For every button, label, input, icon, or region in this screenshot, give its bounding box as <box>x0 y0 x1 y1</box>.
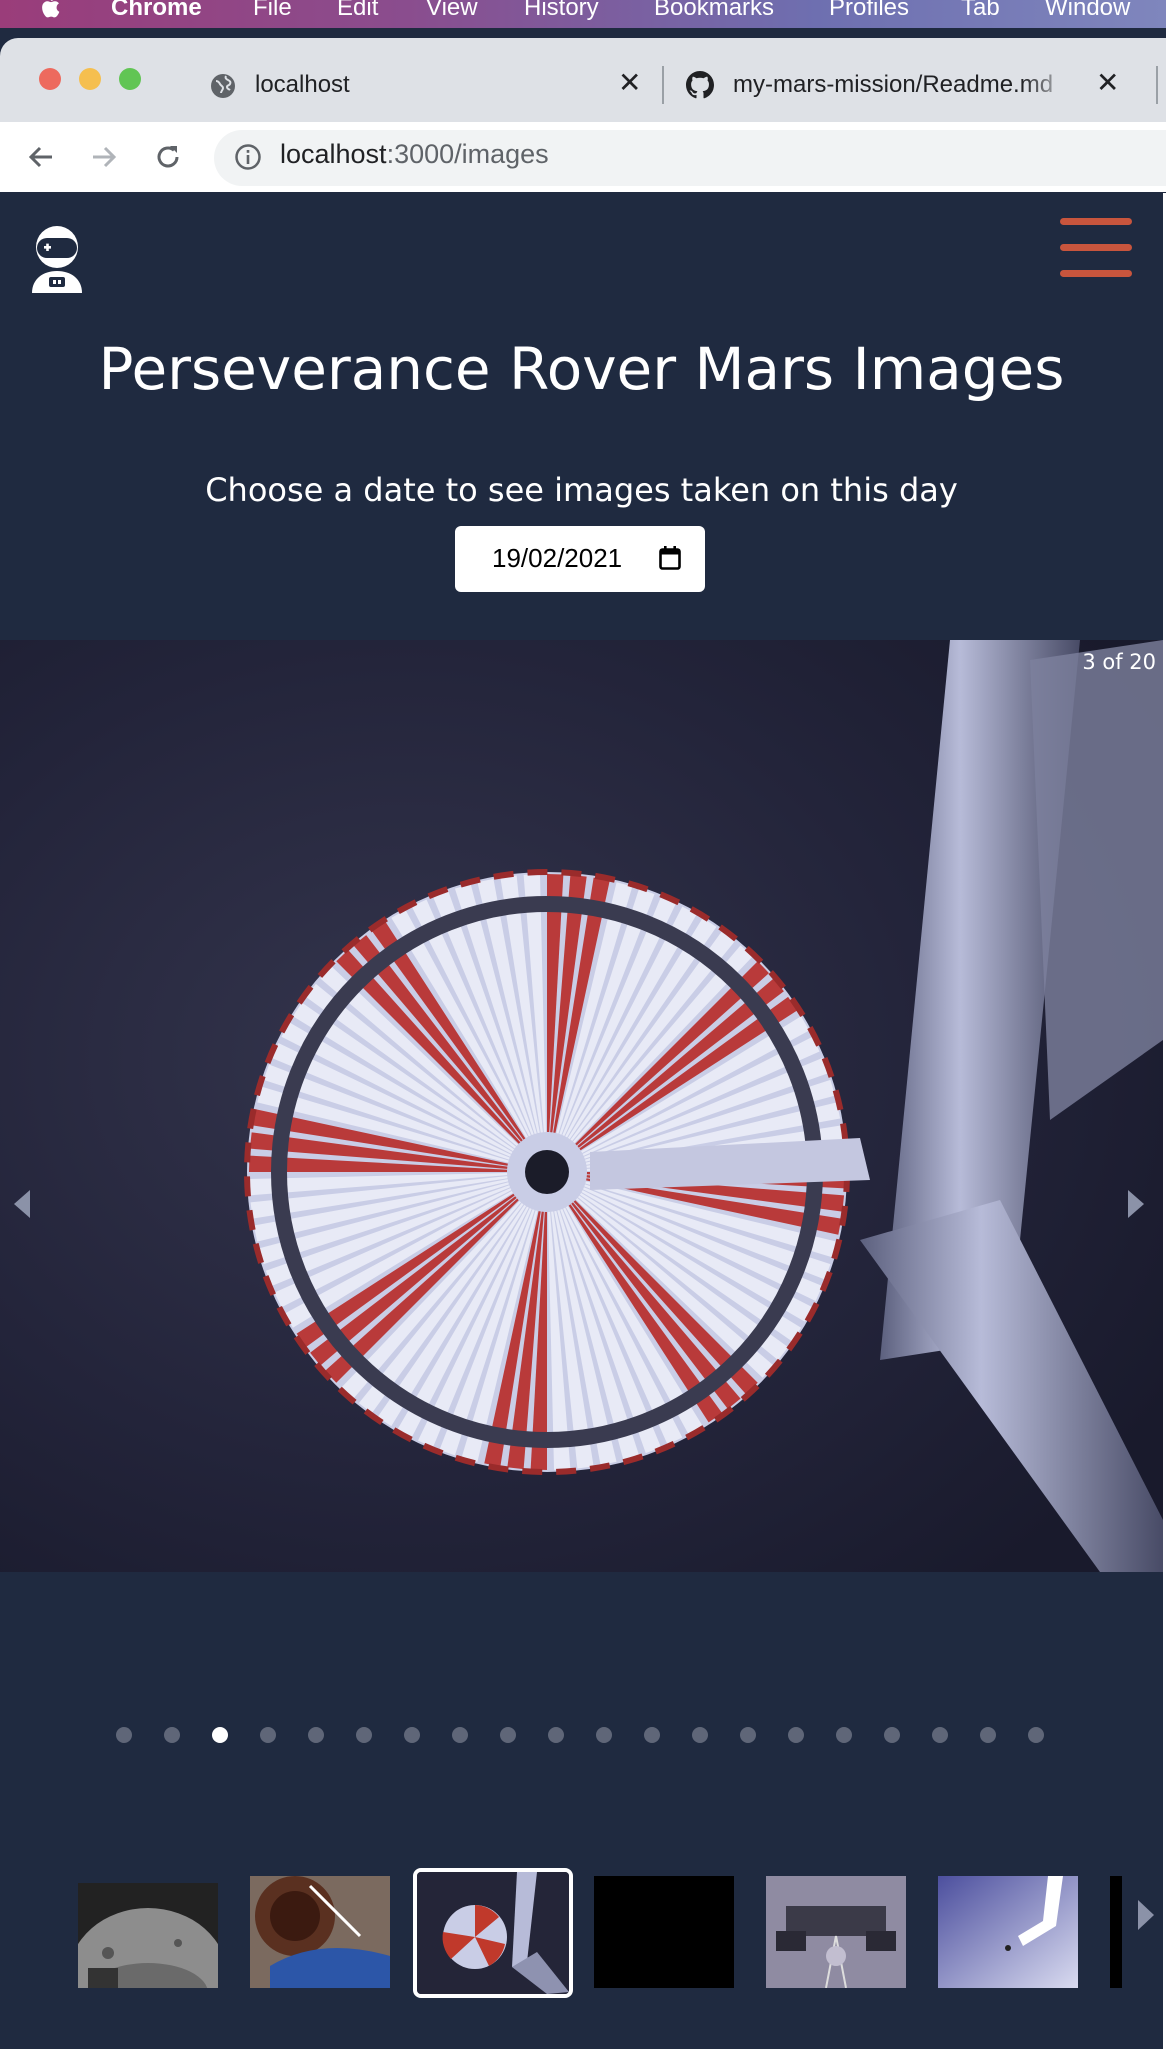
menu-bookmarks[interactable]: Bookmarks <box>654 0 774 22</box>
parachute-photo <box>0 640 1163 1572</box>
carousel-dot[interactable] <box>212 1727 228 1743</box>
carousel-dot[interactable] <box>788 1727 804 1743</box>
carousel-dot[interactable] <box>884 1727 900 1743</box>
menu-tab[interactable]: Tab <box>961 0 1000 22</box>
tab-close-icon[interactable]: ✕ <box>1096 66 1119 99</box>
carousel-dot[interactable] <box>452 1727 468 1743</box>
menu-hamburger-icon[interactable] <box>1060 218 1132 282</box>
carousel-dot[interactable] <box>116 1727 132 1743</box>
carousel-dot[interactable] <box>740 1727 756 1743</box>
url-host: localhost <box>280 139 387 169</box>
carousel-dot[interactable] <box>500 1727 516 1743</box>
tab-separator <box>1156 66 1158 104</box>
back-arrow-icon <box>28 146 52 168</box>
thumb-black[interactable] <box>594 1876 734 1988</box>
url-text: localhost:3000/images <box>280 139 549 170</box>
date-input[interactable]: 19/02/2021 <box>455 526 705 592</box>
carousel-dot[interactable] <box>596 1727 612 1743</box>
carousel-main-image <box>0 640 1163 1572</box>
carousel-next-arrow-icon[interactable] <box>1128 1190 1144 1218</box>
carousel-dot[interactable] <box>356 1727 372 1743</box>
carousel-dot[interactable] <box>836 1727 852 1743</box>
thumb-mars-ground[interactable] <box>78 1883 218 1988</box>
astronaut-logo-icon[interactable] <box>26 225 88 293</box>
reload-button[interactable] <box>146 135 190 179</box>
thumbnails-next-arrow-icon[interactable] <box>1138 1900 1154 1930</box>
back-button[interactable] <box>19 135 63 179</box>
github-icon <box>686 71 714 99</box>
carousel-dot[interactable] <box>548 1727 564 1743</box>
thumb-descent-stage[interactable] <box>766 1876 906 1988</box>
tab-title-localhost: localhost <box>255 71 350 98</box>
menu-chrome[interactable]: Chrome <box>111 0 202 22</box>
menu-window[interactable]: Window <box>1045 0 1130 22</box>
forward-button[interactable] <box>82 135 126 179</box>
carousel-dot[interactable] <box>644 1727 660 1743</box>
globe-icon <box>211 74 235 98</box>
macos-menu-bar: Chrome File Edit View History Bookmarks … <box>0 0 1166 28</box>
thumb-sky-crane[interactable] <box>938 1876 1078 1988</box>
calendar-icon[interactable] <box>659 546 681 570</box>
thumb-partial[interactable] <box>1110 1876 1122 1988</box>
window-zoom-button[interactable] <box>119 68 141 90</box>
carousel-dot[interactable] <box>404 1727 420 1743</box>
tab-separator <box>662 66 664 104</box>
forward-arrow-icon <box>93 146 117 168</box>
carousel-counter: 3 of 20 <box>1082 650 1156 674</box>
carousel-dot[interactable] <box>980 1727 996 1743</box>
url-path: :3000/images <box>386 139 549 169</box>
carousel-dot[interactable] <box>164 1727 180 1743</box>
apple-logo-icon[interactable] <box>40 0 64 20</box>
thumb-parachute-selected[interactable] <box>413 1868 573 1998</box>
reload-icon <box>157 146 179 168</box>
tab-close-icon[interactable]: ✕ <box>618 66 641 99</box>
menu-profiles[interactable]: Profiles <box>829 0 909 22</box>
carousel-prev-arrow-icon[interactable] <box>14 1190 30 1218</box>
date-value: 19/02/2021 <box>492 543 623 573</box>
menu-view[interactable]: View <box>426 0 478 22</box>
carousel-dot[interactable] <box>308 1727 324 1743</box>
date-prompt: Choose a date to see images taken on thi… <box>205 471 958 509</box>
window-close-button[interactable] <box>39 68 61 90</box>
menu-history[interactable]: History <box>524 0 599 22</box>
menu-file[interactable]: File <box>253 0 292 22</box>
thumb-rover-wheel[interactable] <box>250 1876 390 1988</box>
carousel-dot[interactable] <box>1028 1727 1044 1743</box>
window-minimize-button[interactable] <box>79 68 101 90</box>
carousel-dot[interactable] <box>932 1727 948 1743</box>
menu-edit[interactable]: Edit <box>337 0 378 22</box>
carousel-dot[interactable] <box>260 1727 276 1743</box>
page-title: Perseverance Rover Mars Images <box>98 335 1065 403</box>
tab-title-readme: my-mars-mission/Readme.md <box>733 71 1054 98</box>
carousel-dot[interactable] <box>692 1727 708 1743</box>
info-icon[interactable] <box>234 143 262 171</box>
